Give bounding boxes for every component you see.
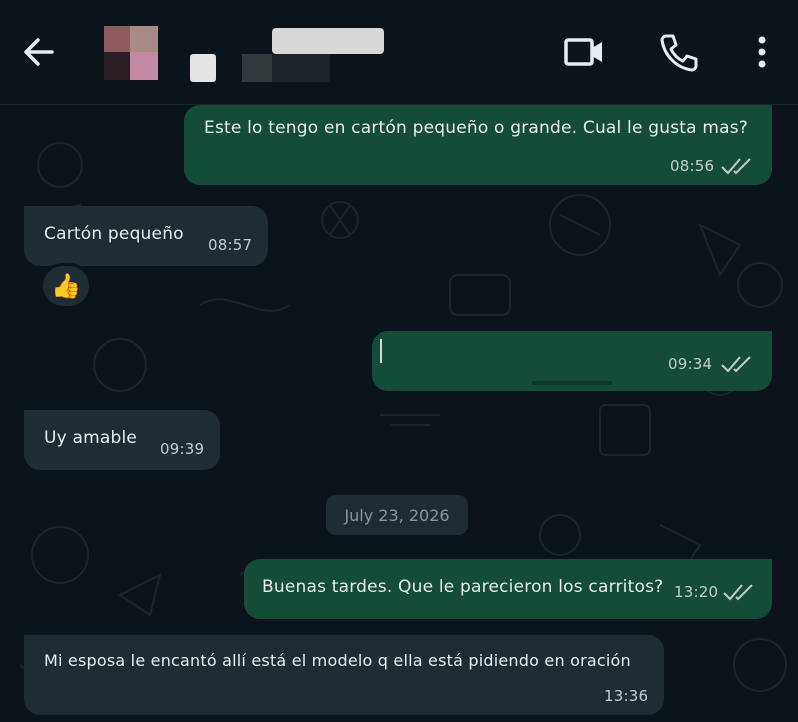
message-incoming[interactable]: Mi esposa le encantó allí está el modelo… — [24, 635, 664, 715]
date-separator: July 23, 2026 — [326, 495, 468, 535]
message-outgoing[interactable]: Este lo tengo en cartón pequeño o grande… — [184, 105, 772, 185]
more-vertical-icon[interactable] — [748, 30, 776, 74]
video-camera-icon[interactable] — [560, 32, 608, 72]
message-time: 13:20 — [674, 583, 719, 601]
double-check-icon — [721, 158, 751, 175]
thumbs-up-icon: 👍 — [51, 272, 81, 300]
contact-name[interactable] — [190, 28, 390, 84]
double-check-icon — [721, 356, 751, 373]
arrow-left-icon[interactable] — [18, 32, 58, 72]
chat-header — [0, 0, 798, 105]
redacted-content — [532, 381, 612, 385]
redacted-content — [380, 339, 382, 363]
reaction-badge[interactable]: 👍 — [40, 263, 92, 309]
message-text: Este lo tengo en cartón pequeño o grande… — [204, 118, 749, 138]
message-time: 08:57 — [208, 236, 253, 254]
message-time: 09:39 — [160, 440, 205, 458]
message-text: Mi esposa le encantó allí está el modelo… — [44, 651, 631, 670]
message-text: Uy amable — [44, 428, 138, 448]
chat-area[interactable]: Este lo tengo en cartón pequeño o grande… — [0, 105, 798, 722]
avatar[interactable] — [100, 22, 164, 86]
message-outgoing[interactable]: 09:34 — [372, 331, 772, 391]
message-time: 13:36 — [604, 687, 649, 705]
message-incoming[interactable]: Uy amable 09:39 — [24, 410, 220, 470]
double-check-icon — [723, 584, 753, 601]
message-text: Cartón pequeño — [44, 224, 184, 244]
message-text: Buenas tardes. Que le parecieron los car… — [262, 577, 664, 597]
message-incoming[interactable]: Cartón pequeño 08:57 — [24, 206, 268, 266]
message-outgoing[interactable]: Buenas tardes. Que le parecieron los car… — [244, 559, 772, 619]
message-time: 08:56 — [670, 157, 715, 175]
phone-icon[interactable] — [656, 30, 700, 74]
message-time: 09:34 — [668, 355, 713, 373]
